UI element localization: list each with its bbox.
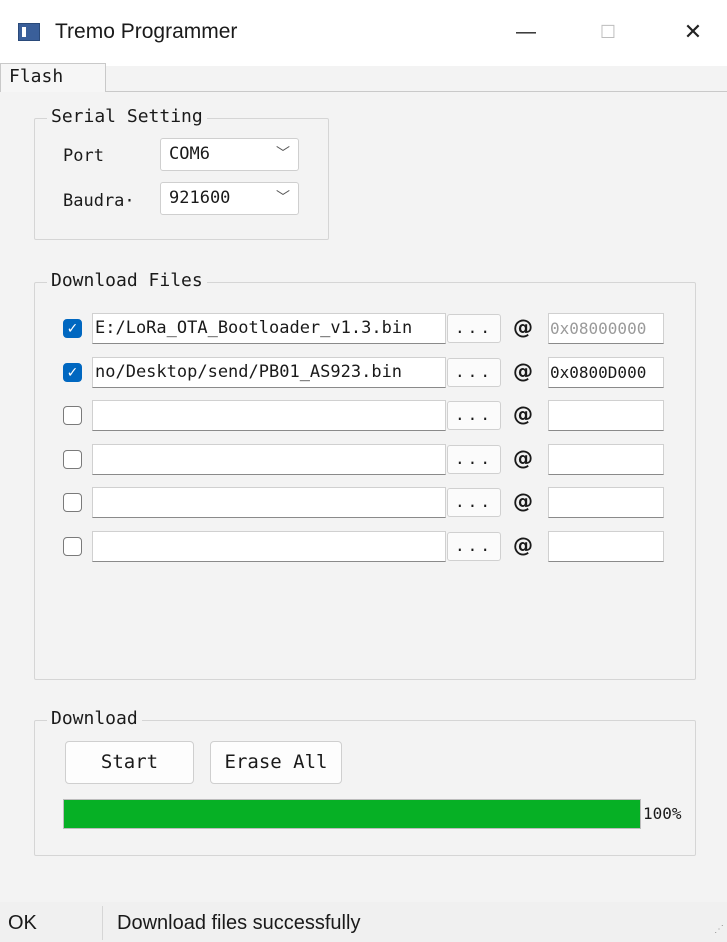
file-enable-checkbox[interactable] bbox=[63, 537, 82, 556]
status-state: OK bbox=[8, 912, 37, 934]
at-symbol: @ bbox=[513, 359, 533, 383]
port-combobox[interactable]: COM6 ﹀ bbox=[160, 138, 299, 171]
erase-all-button[interactable]: Erase All bbox=[210, 741, 342, 784]
file-enable-checkbox[interactable]: ✓ bbox=[63, 319, 82, 338]
port-label: Port bbox=[63, 146, 104, 166]
baudrate-combobox[interactable]: 921600 ﹀ bbox=[160, 182, 299, 215]
baudrate-label: Baudra· bbox=[63, 191, 135, 211]
browse-button[interactable]: ... bbox=[447, 401, 501, 430]
minimize-button[interactable]: — bbox=[500, 14, 552, 50]
browse-button[interactable]: ... bbox=[447, 488, 501, 517]
flash-address-input[interactable] bbox=[548, 400, 664, 431]
file-path-input[interactable]: no/Desktop/send/PB01_AS923.bin bbox=[92, 357, 446, 388]
at-symbol: @ bbox=[513, 533, 533, 557]
flash-address-input[interactable] bbox=[548, 444, 664, 475]
status-message: Download files successfully bbox=[117, 912, 361, 934]
file-enable-checkbox[interactable] bbox=[63, 450, 82, 469]
status-bar: OK Download files successfully ⋰ bbox=[0, 902, 727, 942]
tab-flash[interactable]: Flash bbox=[0, 63, 106, 92]
file-enable-checkbox[interactable]: ✓ bbox=[63, 363, 82, 382]
port-value: COM6 bbox=[169, 144, 210, 164]
at-symbol: @ bbox=[513, 402, 533, 426]
status-divider bbox=[102, 906, 103, 940]
flash-address-input[interactable] bbox=[548, 531, 664, 562]
chevron-down-icon: ﹀ bbox=[276, 190, 290, 206]
at-symbol: @ bbox=[513, 446, 533, 470]
at-symbol: @ bbox=[513, 489, 533, 513]
file-path-input[interactable] bbox=[92, 487, 446, 518]
chevron-down-icon: ﹀ bbox=[276, 146, 290, 162]
app-icon bbox=[18, 23, 40, 41]
flash-address-input[interactable]: 0x0800D000 bbox=[548, 357, 664, 388]
file-path-input[interactable]: E:/LoRa_OTA_Bootloader_v1.3.bin bbox=[92, 313, 446, 344]
title-bar: Tremo Programmer — ☐ ✕ bbox=[0, 0, 727, 66]
browse-button[interactable]: ... bbox=[447, 445, 501, 474]
window-title: Tremo Programmer bbox=[55, 20, 238, 43]
file-path-input[interactable] bbox=[92, 444, 446, 475]
flash-address-input[interactable]: 0x08000000 bbox=[548, 313, 664, 344]
file-path-input[interactable] bbox=[92, 400, 446, 431]
download-legend: Download bbox=[47, 708, 142, 729]
baudrate-value: 921600 bbox=[169, 188, 231, 208]
close-button[interactable]: ✕ bbox=[667, 14, 719, 50]
progress-percent: 100% bbox=[643, 804, 682, 823]
maximize-button[interactable]: ☐ bbox=[582, 14, 634, 50]
serial-setting-legend: Serial Setting bbox=[47, 106, 207, 127]
tab-strip-divider bbox=[0, 91, 727, 92]
file-path-input[interactable] bbox=[92, 531, 446, 562]
start-button[interactable]: Start bbox=[65, 741, 194, 784]
resize-grip-icon[interactable]: ⋰ bbox=[714, 924, 724, 935]
at-symbol: @ bbox=[513, 315, 533, 339]
browse-button[interactable]: ... bbox=[447, 314, 501, 343]
download-files-legend: Download Files bbox=[47, 270, 207, 291]
progress-fill bbox=[64, 800, 640, 828]
download-progress-bar bbox=[63, 799, 641, 829]
browse-button[interactable]: ... bbox=[447, 532, 501, 561]
flash-address-input[interactable] bbox=[548, 487, 664, 518]
file-enable-checkbox[interactable] bbox=[63, 493, 82, 512]
serial-setting-group bbox=[34, 118, 329, 240]
file-enable-checkbox[interactable] bbox=[63, 406, 82, 425]
browse-button[interactable]: ... bbox=[447, 358, 501, 387]
